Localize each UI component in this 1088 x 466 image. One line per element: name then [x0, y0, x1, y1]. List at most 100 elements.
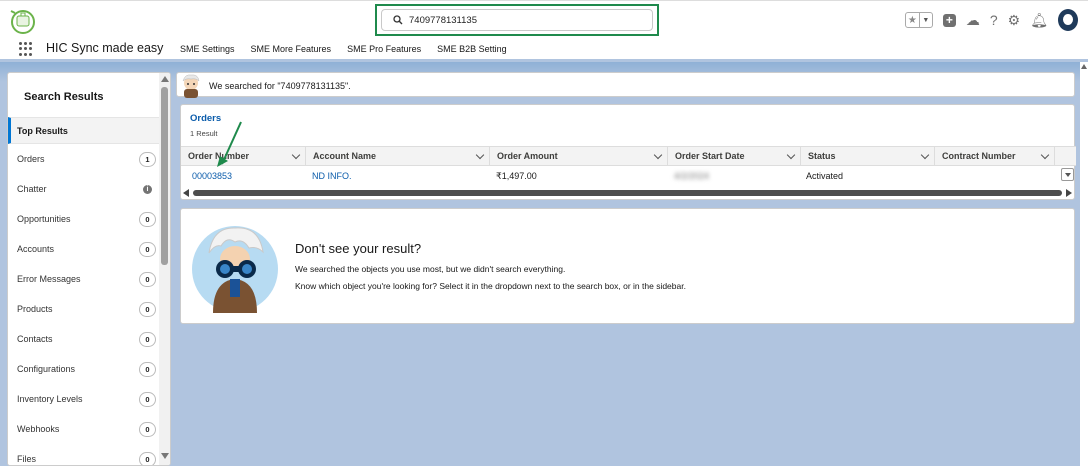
chevron-down-icon[interactable]: [786, 150, 796, 160]
help-icon[interactable]: ?: [990, 13, 998, 27]
count-badge: 0: [139, 421, 156, 437]
tab-sme-b2b-setting[interactable]: SME B2B Setting: [437, 44, 507, 54]
sidebar-item-accounts[interactable]: Accounts 0: [8, 234, 160, 264]
sidebar-item-label: Accounts: [17, 244, 55, 254]
chevron-down-icon[interactable]: [653, 150, 663, 160]
order-amount-cell: ₹1,497.00: [496, 171, 537, 181]
search-highlight-box: 7409778131135: [375, 4, 659, 36]
sidebar-item-label: Webhooks: [17, 424, 60, 434]
scroll-down-icon[interactable]: [161, 453, 169, 459]
search-icon: [393, 15, 403, 25]
count-badge: 0: [139, 301, 156, 317]
sidebar-item-label: Orders: [17, 154, 45, 164]
sidebar-item-contacts[interactable]: Contacts 0: [8, 324, 160, 354]
chevron-down-icon[interactable]: [475, 150, 485, 160]
tab-sme-more-features[interactable]: SME More Features: [251, 44, 332, 54]
scroll-up-icon[interactable]: [1081, 64, 1087, 69]
global-search-input[interactable]: 7409778131135: [381, 9, 653, 31]
no-result-message-1: We searched the objects you use most, bu…: [295, 264, 566, 274]
sidebar-item-label: Files: [17, 454, 37, 464]
scroll-thumb[interactable]: [161, 87, 168, 265]
search-value: 7409778131135: [409, 14, 477, 26]
sidebar-item-inventory-levels[interactable]: Inventory Levels 0: [8, 384, 160, 414]
search-results-sidebar: Search Results Top Results Orders 1 Chatt…: [7, 72, 171, 466]
table-horizontal-scrollbar[interactable]: [181, 188, 1074, 198]
bell-icon[interactable]: 🔔︎: [1030, 13, 1048, 27]
order-number-link[interactable]: 00003853: [192, 171, 232, 181]
chevron-down-icon[interactable]: [1040, 150, 1050, 160]
column-header-order-start-date[interactable]: Order Start Date: [668, 147, 801, 166]
einstein-avatar-icon: [182, 74, 200, 98]
column-header-order-amount[interactable]: Order Amount: [490, 147, 668, 166]
account-name-link[interactable]: ND INFO.: [312, 171, 352, 181]
sidebar-item-configurations[interactable]: Configurations 0: [8, 354, 160, 384]
sidebar-list: Orders 1 Chatter i Opportunities 0 Accounts…: [8, 144, 160, 465]
sidebar-item-files[interactable]: Files 0: [8, 444, 160, 465]
column-header-contract-number[interactable]: Contract Number: [935, 147, 1055, 166]
sidebar-item-label: Error Messages: [17, 274, 81, 284]
column-label: Contract Number: [942, 151, 1016, 161]
count-badge: 0: [139, 211, 156, 227]
annotation-arrow-icon: [217, 121, 242, 167]
sidebar-item-label: Configurations: [17, 364, 76, 374]
sidebar-item-error-messages[interactable]: Error Messages 0: [8, 264, 160, 294]
star-icon[interactable]: ★: [906, 13, 919, 27]
status-cell: Activated: [806, 171, 844, 181]
sidebar-item-chatter[interactable]: Chatter i: [8, 174, 160, 204]
sidebar-item-products[interactable]: Products 0: [8, 294, 160, 324]
app-nav-bar: HIC Sync made easy SME Settings SME More…: [0, 38, 1088, 62]
scroll-right-icon[interactable]: [1066, 189, 1072, 197]
no-result-message-2: Know which object you're looking for? Se…: [295, 281, 686, 291]
app-name: HIC Sync made easy: [46, 41, 164, 55]
count-badge: 0: [139, 391, 156, 407]
header-icons: ★ ▼ + ☁ ? ⚙ 🔔︎: [904, 9, 1078, 31]
sidebar-item-label: Opportunities: [17, 214, 71, 224]
column-label: Status: [808, 151, 836, 161]
sidebar-item-label: Products: [17, 304, 53, 314]
tab-sme-pro-features[interactable]: SME Pro Features: [347, 44, 421, 54]
app-launcher-icon[interactable]: [19, 42, 33, 56]
count-badge: 0: [139, 451, 156, 465]
global-header: 7409778131135 ★ ▼ + ☁ ? ⚙ 🔔︎: [0, 0, 1088, 38]
scroll-thumb[interactable]: [193, 190, 1062, 196]
einstein-binoculars-icon: [192, 226, 278, 313]
app-logo-icon[interactable]: [9, 7, 37, 35]
avatar[interactable]: [1058, 9, 1078, 31]
sidebar-item-label: Chatter: [17, 184, 47, 194]
searched-for-text: We searched for "7409778131135".: [209, 81, 351, 91]
count-badge: 1: [139, 151, 156, 167]
sidebar-title: Search Results: [24, 91, 104, 103]
gear-icon[interactable]: ⚙: [1008, 13, 1021, 27]
sidebar-item-label: Contacts: [17, 334, 53, 344]
favorites-control[interactable]: ★ ▼: [904, 12, 933, 28]
orders-results-card: Orders 1 Result Order Number Account Nam…: [180, 104, 1076, 200]
column-header-status[interactable]: Status: [801, 147, 935, 166]
sidebar-item-opportunities[interactable]: Opportunities 0: [8, 204, 160, 234]
scroll-up-icon[interactable]: [161, 76, 169, 82]
chevron-down-icon[interactable]: [920, 150, 930, 160]
column-label: Order Amount: [497, 151, 558, 161]
info-icon: i: [143, 184, 152, 194]
sidebar-item-orders[interactable]: Orders 1: [8, 144, 160, 174]
page-scrollbar[interactable]: [1080, 62, 1088, 466]
sidebar-scrollbar[interactable]: [159, 73, 170, 465]
nav-tabs: SME Settings SME More Features SME Pro F…: [180, 44, 507, 54]
table-row: 00003853 ND INFO. ₹1,497.00 4/2/2024 Act…: [181, 167, 1076, 186]
column-label: Order Start Date: [675, 151, 745, 161]
count-badge: 0: [139, 271, 156, 287]
scroll-left-icon[interactable]: [183, 189, 189, 197]
tab-sme-settings[interactable]: SME Settings: [180, 44, 235, 54]
trailhead-icon[interactable]: ☁: [966, 13, 980, 27]
sidebar-item-webhooks[interactable]: Webhooks 0: [8, 414, 160, 444]
sidebar-item-label: Inventory Levels: [17, 394, 83, 404]
row-actions-dropdown[interactable]: [1061, 168, 1074, 181]
count-badge: 0: [139, 361, 156, 377]
order-start-date-cell: 4/2/2024: [674, 171, 710, 181]
global-actions-plus-icon[interactable]: +: [942, 13, 956, 27]
column-header-account-name[interactable]: Account Name: [306, 147, 490, 166]
sidebar-item-top-results[interactable]: Top Results: [8, 117, 160, 144]
chevron-down-icon[interactable]: ▼: [918, 13, 932, 27]
searched-for-banner: We searched for "7409778131135".: [176, 72, 1075, 98]
count-badge: 0: [139, 241, 156, 257]
chevron-down-icon[interactable]: [291, 150, 301, 160]
